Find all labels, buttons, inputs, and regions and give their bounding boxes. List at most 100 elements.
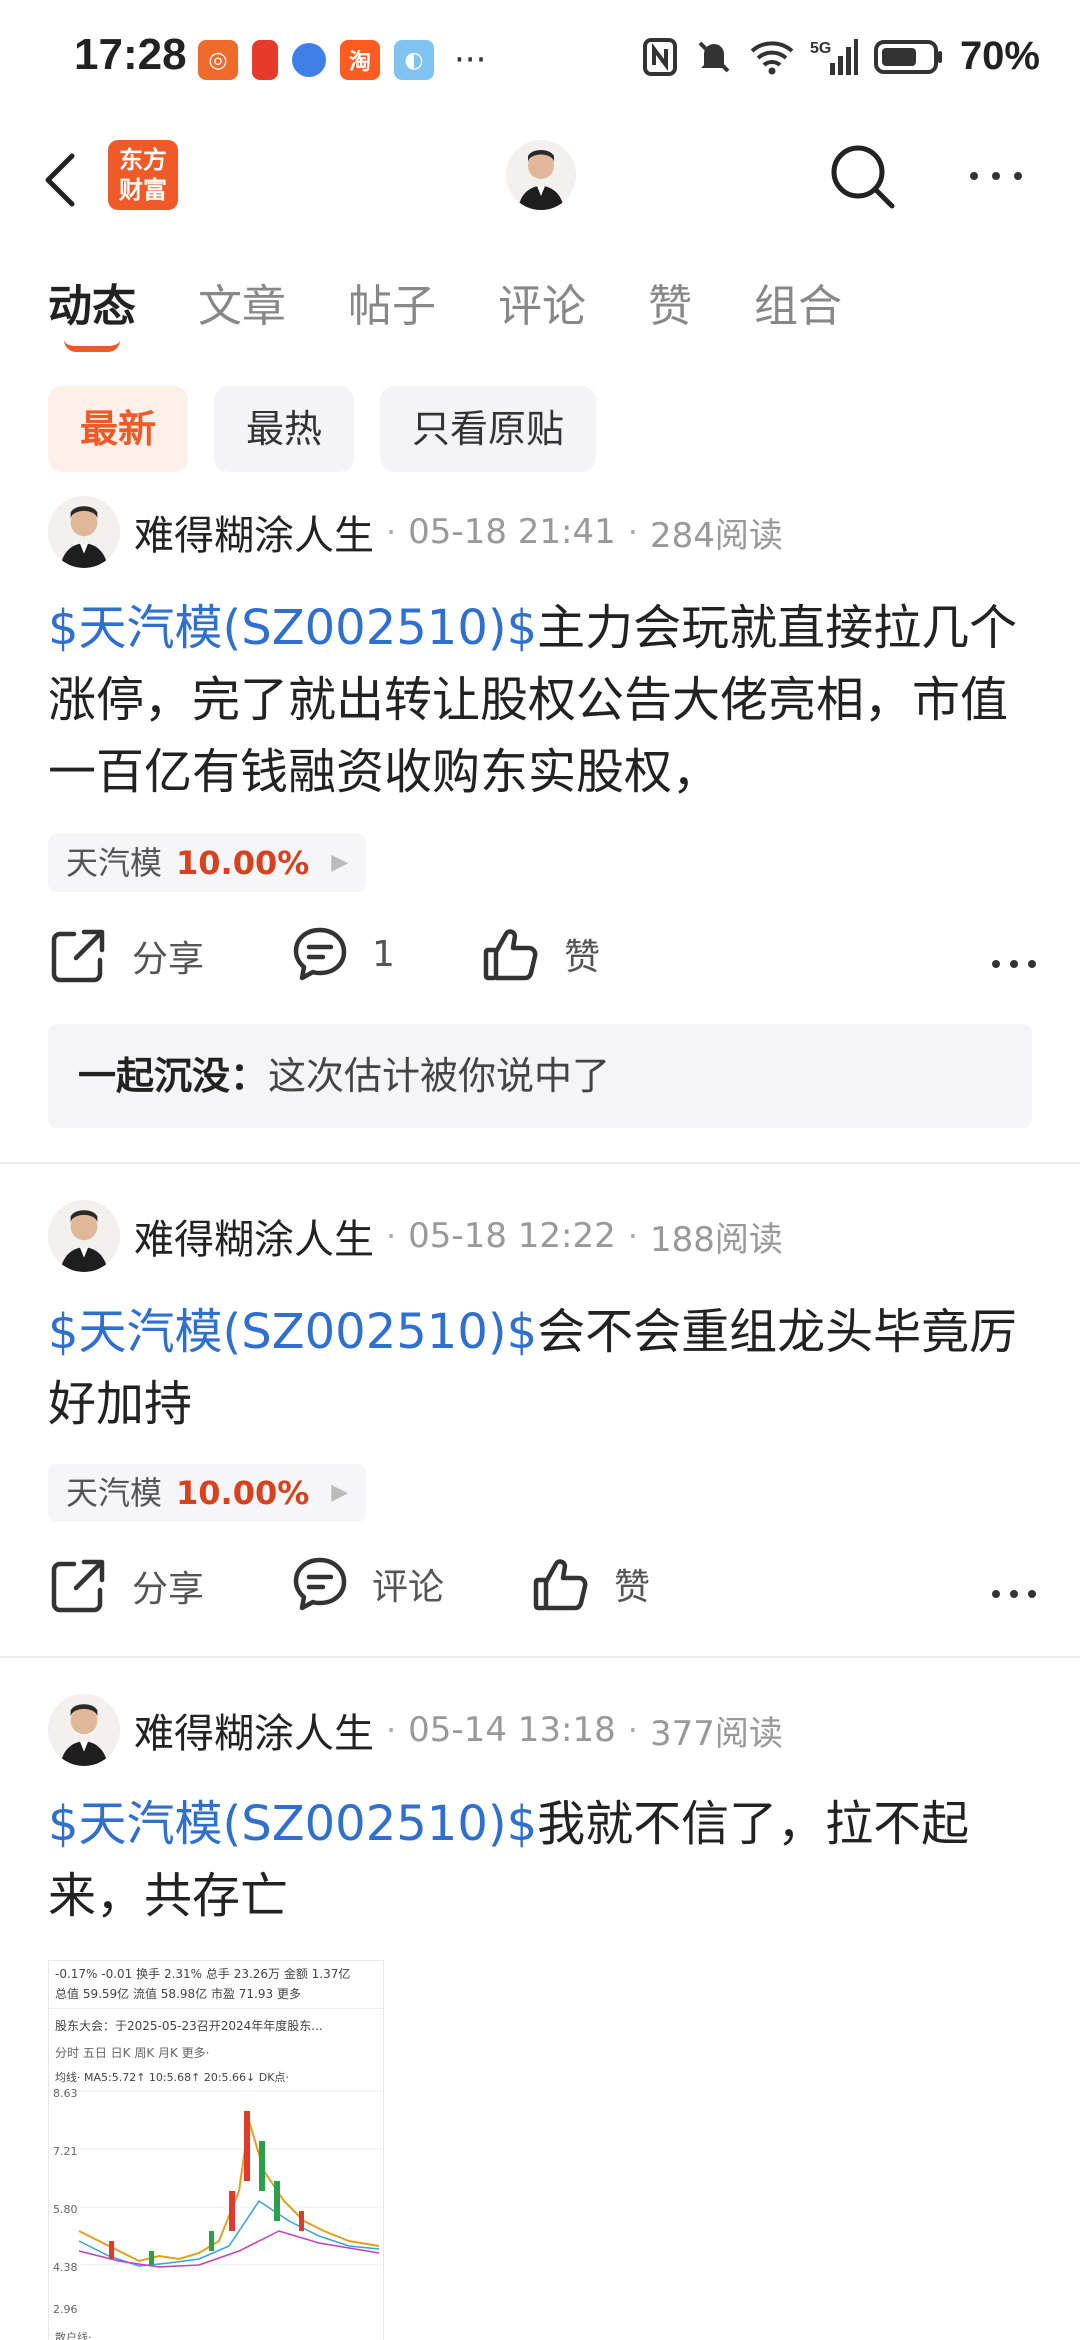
browser-icon	[292, 43, 326, 77]
thumb-kline-chart: 8.63 7.21 5.80 4.38 2.96	[49, 2087, 383, 2316]
tab-posts[interactable]: 帖子	[348, 270, 436, 340]
comment-label: 评论	[372, 1567, 445, 1608]
active-tab-indicator	[64, 340, 120, 352]
red-packet-icon	[252, 40, 278, 80]
author-avatar[interactable]	[48, 496, 120, 568]
post-more-button[interactable]	[990, 938, 1038, 984]
nfc-icon	[642, 37, 677, 76]
filter-hot[interactable]: 最热	[214, 386, 355, 472]
weather-icon: ◐	[394, 40, 434, 80]
author-avatar[interactable]	[48, 1200, 120, 1272]
stock-tag[interactable]: 天汽模 10.00% ▶	[48, 834, 367, 892]
thumb-price-label: 4.38	[53, 2261, 78, 2274]
tab-dynamic[interactable]: 动态	[48, 270, 136, 352]
logo-text-bottom: 财富	[119, 176, 167, 204]
stock-link[interactable]: $天汽模(SZ002510)$	[48, 1796, 537, 1852]
post-content[interactable]: $天汽模(SZ002510)$主力会玩就直接拉几个涨停，完了就出转让股权公告大佬…	[48, 592, 1038, 808]
author-name[interactable]: 难得糊涂人生	[134, 1207, 374, 1265]
share-label: 分享	[132, 1569, 205, 1610]
search-icon	[831, 145, 895, 209]
comment-text: 这次估计被你说中了	[268, 1054, 611, 1098]
tab-articles[interactable]: 文章	[198, 270, 286, 340]
post-divider	[0, 1656, 1080, 1658]
comment-colon: ：	[230, 1054, 269, 1098]
meta-separator: ·	[627, 1217, 638, 1255]
caret-right-icon: ▶	[331, 850, 349, 875]
filter-latest[interactable]: 最新	[48, 386, 189, 472]
share-label: 分享	[132, 939, 205, 980]
battery-icon	[873, 39, 942, 74]
thumb-price-label: 2.96	[53, 2303, 78, 2316]
thumb-quote-row: -0.17% -0.01 换手 2.31% 总手 23.26万 金额 1.37亿	[55, 1967, 351, 1981]
read-count: 377阅读	[649, 1713, 783, 1754]
thumbs-up-icon	[483, 929, 538, 981]
battery-percent: 70%	[959, 34, 1040, 78]
stock-link[interactable]: $天汽模(SZ002510)$	[48, 600, 537, 656]
post-more-button[interactable]	[990, 1568, 1038, 1614]
more-dots-icon	[992, 1590, 1036, 1598]
post-header: 难得糊涂人生 · 05-18 21:41 · 284阅读	[48, 496, 783, 568]
tab-comments[interactable]: 评论	[498, 270, 586, 340]
logo-text-top: 东方	[119, 146, 167, 174]
comment-count: 1	[372, 933, 395, 975]
post-time: 05-14 13:18	[408, 1710, 616, 1750]
mute-icon	[698, 41, 730, 72]
meta-separator: ·	[386, 1217, 397, 1255]
app-logo[interactable]: 东方 财富	[108, 140, 178, 210]
thumb-price-label: 7.21	[53, 2145, 78, 2158]
post-time: 05-18 21:41	[408, 512, 616, 552]
post-header: 难得糊涂人生 · 05-14 13:18 · 377阅读	[48, 1694, 783, 1766]
thumbs-up-icon	[533, 1559, 588, 1611]
person-avatar-icon	[48, 1694, 120, 1766]
app-notification-icon: ◎	[198, 40, 238, 80]
like-button[interactable]: 赞	[482, 926, 600, 982]
more-dots-icon	[992, 960, 1036, 968]
meta-separator: ·	[627, 1711, 638, 1749]
thumb-price-label: 5.80	[53, 2203, 78, 2216]
share-button[interactable]: 分享	[48, 926, 204, 986]
read-count: 284阅读	[649, 515, 783, 556]
person-avatar-icon	[48, 496, 120, 568]
more-options-button[interactable]	[964, 154, 1028, 198]
thumb-price-label: 8.63	[53, 2087, 78, 2100]
author-name[interactable]: 难得糊涂人生	[134, 503, 374, 561]
status-time: 17:28	[74, 30, 187, 79]
signal-5g-icon: 5G	[810, 38, 858, 75]
stock-name: 天汽模	[66, 844, 163, 882]
tab-portfolio[interactable]: 组合	[754, 270, 842, 340]
commenter-name[interactable]: 一起沉没	[78, 1054, 230, 1098]
post-content[interactable]: $天汽模(SZ002510)$我就不信了，拉不起来，共存亡	[48, 1788, 1038, 1932]
comment-button[interactable]: 1	[292, 926, 395, 982]
profile-avatar[interactable]	[506, 140, 576, 210]
status-system-icons: 5G 70%	[642, 34, 1040, 79]
more-notifications-icon: ···	[454, 40, 487, 80]
stock-link[interactable]: $天汽模(SZ002510)$	[48, 1304, 537, 1360]
search-button[interactable]	[826, 140, 900, 214]
svg-text:5G: 5G	[810, 40, 831, 57]
post-divider	[0, 1162, 1080, 1164]
author-avatar[interactable]	[48, 1694, 120, 1766]
thumb-period-tabs: 分时 五日 日K 周K 月K 更多·	[55, 2046, 210, 2060]
thumb-notice-row: 股东大会：于2025-05-23召开2024年年度股东...	[49, 2008, 383, 2034]
stock-change: 10.00%	[176, 1474, 310, 1512]
filter-original-only[interactable]: 只看原贴	[380, 386, 597, 472]
post-header: 难得糊涂人生 · 05-18 12:22 · 188阅读	[48, 1200, 783, 1272]
post-content[interactable]: $天汽模(SZ002510)$会不会重组龙头毕竟厉好加持	[48, 1296, 1038, 1440]
author-name[interactable]: 难得糊涂人生	[134, 1701, 374, 1759]
top-nav-bar: 东方 财富	[0, 130, 1080, 230]
chevron-left-icon	[45, 153, 75, 207]
comment-button[interactable]: 评论	[292, 1556, 444, 1612]
post-image-stock-chart[interactable]: -0.17% -0.01 换手 2.31% 总手 23.26万 金额 1.37亿…	[48, 1960, 384, 2340]
stock-tag[interactable]: 天汽模 10.00% ▶	[48, 1464, 367, 1522]
tab-likes[interactable]: 赞	[648, 270, 692, 340]
status-bar: 17:28 ◎ 淘 ◐ ··· 5G 70%	[0, 0, 1080, 120]
tab-label: 动态	[48, 281, 136, 332]
comment-preview[interactable]: 一起沉没：这次估计被你说中了	[48, 1024, 1032, 1128]
taobao-icon: 淘	[340, 40, 380, 80]
share-button[interactable]: 分享	[48, 1556, 204, 1616]
like-button[interactable]: 赞	[532, 1556, 650, 1612]
thumb-stats-row: 总值 59.59亿 流值 58.98亿 市盈 71.93 更多	[55, 1987, 301, 2001]
post-time: 05-18 12:22	[408, 1216, 616, 1256]
status-notification-icons: ◎ 淘 ◐ ···	[198, 40, 486, 80]
back-button[interactable]	[40, 142, 100, 218]
